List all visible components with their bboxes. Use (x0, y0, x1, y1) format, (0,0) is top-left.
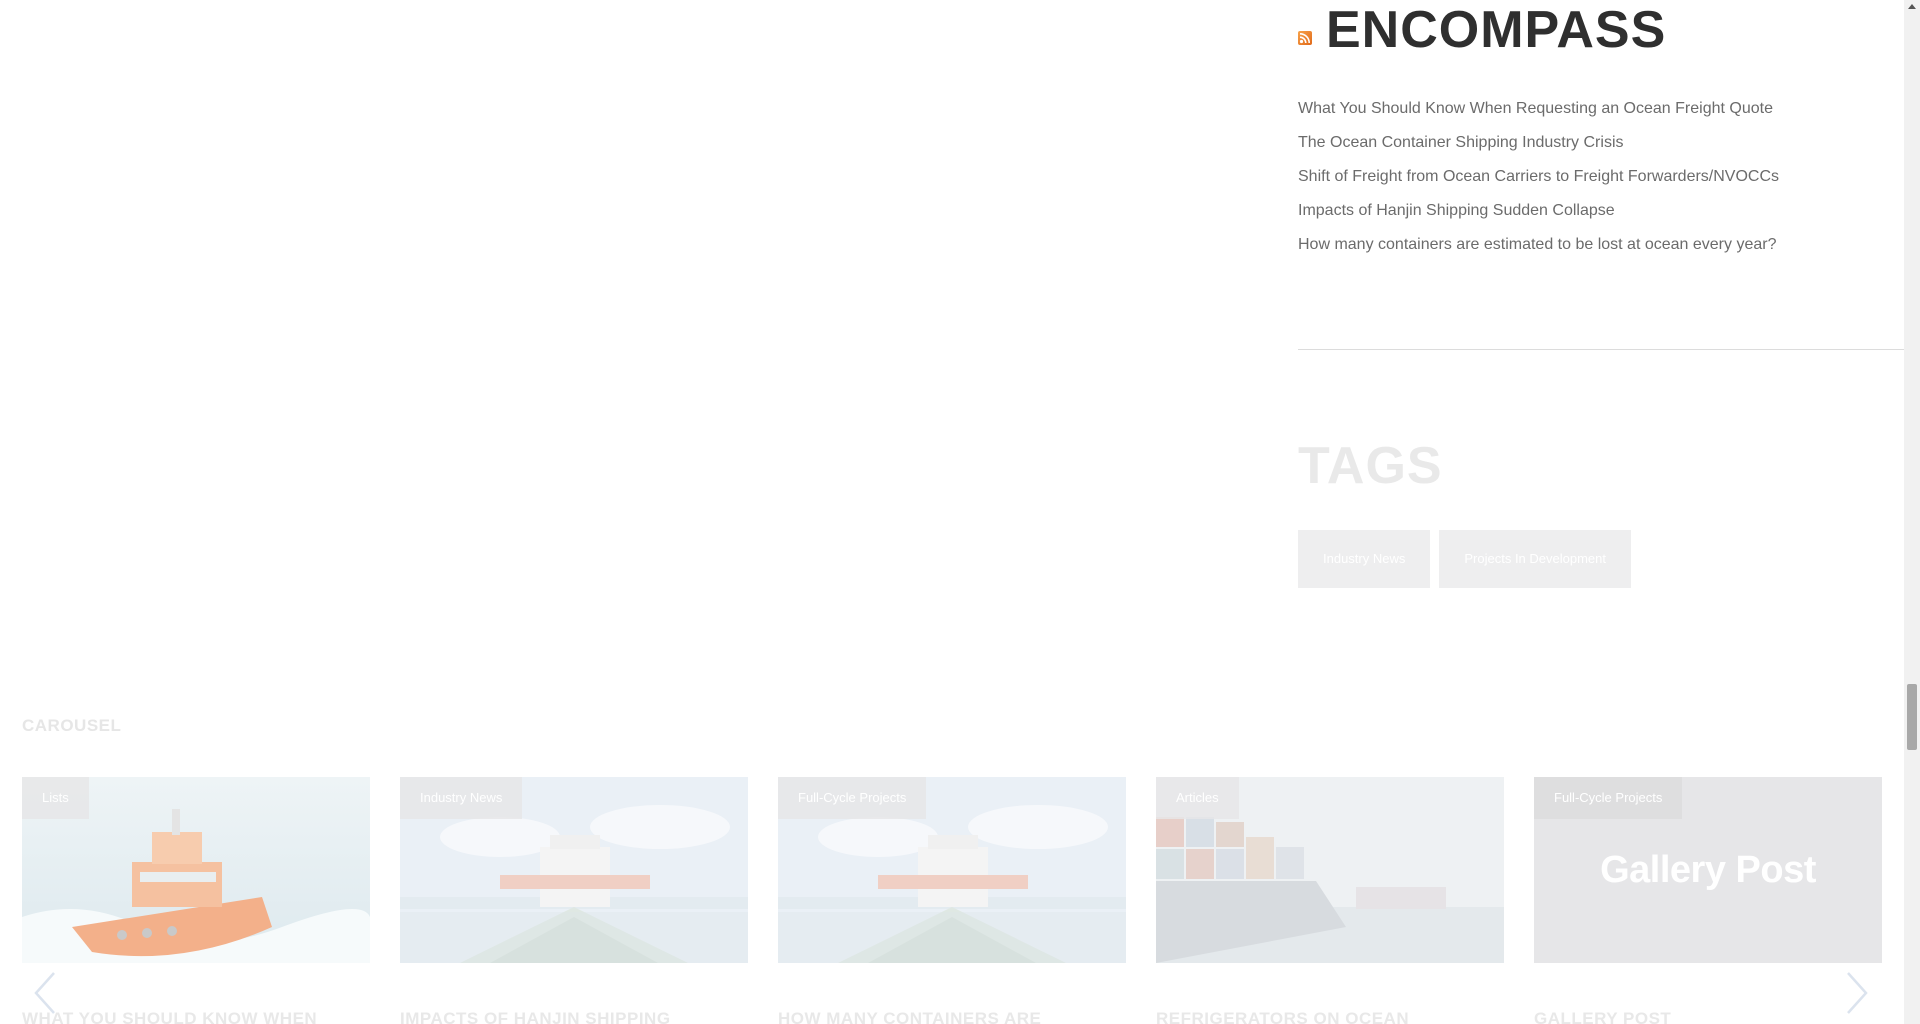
carousel-card[interactable]: Industry News IMPACTS OF HANJIN SHIPPING (400, 777, 748, 1024)
carousel: Lists WHAT YOU SHOULD KNOW WHEN Industry… (22, 777, 1882, 1024)
rss-link[interactable]: Shift of Freight from Ocean Carriers to … (1298, 168, 1779, 185)
card-title[interactable]: IMPACTS OF HANJIN SHIPPING (400, 1009, 671, 1024)
scrollbar-thumb[interactable] (1907, 684, 1917, 750)
list-item: How many containers are estimated to be … (1298, 232, 1779, 266)
tag-industry-news[interactable]: Industry News (1298, 530, 1431, 588)
category-badge[interactable]: Articles (1156, 777, 1239, 819)
tags-title: TAGS (1298, 437, 1443, 495)
category-badge[interactable]: Lists (22, 777, 89, 819)
ship-deck-image[interactable]: Industry News (400, 777, 748, 963)
category-badge[interactable]: Full-Cycle Projects (1534, 777, 1683, 819)
page: ENCOMPASS What You Should Know When Requ… (0, 0, 1904, 1024)
carousel-card[interactable]: Lists WHAT YOU SHOULD KNOW WHEN (22, 777, 370, 1024)
card-title[interactable]: WHAT YOU SHOULD KNOW WHEN (22, 1009, 317, 1024)
scrollbar[interactable] (1904, 0, 1920, 1024)
carousel-card[interactable]: Full-Cycle Projects HOW MANY CONTAINERS … (778, 777, 1126, 1024)
carousel-card[interactable]: Articles REFRIGERATORS ON OCEAN (1156, 777, 1504, 1024)
card-title[interactable]: HOW MANY CONTAINERS ARE (778, 1009, 1041, 1024)
category-badge[interactable]: Industry News (400, 777, 523, 819)
container-ship-image[interactable]: Articles (1156, 777, 1504, 963)
list-item: Impacts of Hanjin Shipping Sudden Collap… (1298, 198, 1779, 232)
ship-deck-image[interactable]: Full-Cycle Projects (778, 777, 1126, 963)
gallery-post-image[interactable]: Gallery Post Full-Cycle Projects (1534, 777, 1882, 963)
card-title[interactable]: GALLERY POST (1534, 1009, 1671, 1024)
carousel-card[interactable]: Gallery Post Full-Cycle Projects GALLERY… (1534, 777, 1882, 1024)
rss-list: What You Should Know When Requesting an … (1298, 96, 1779, 266)
list-item: The Ocean Container Shipping Industry Cr… (1298, 130, 1779, 164)
tag-projects-in-development[interactable]: Projects In Development (1439, 530, 1631, 588)
rss-link[interactable]: How many containers are estimated to be … (1298, 236, 1776, 253)
orange-boat-image[interactable]: Lists (22, 777, 370, 963)
scroll-up-arrow-icon[interactable] (1908, 4, 1916, 9)
category-badge[interactable]: Full-Cycle Projects (778, 777, 927, 819)
rss-link[interactable]: Impacts of Hanjin Shipping Sudden Collap… (1298, 202, 1615, 219)
rss-title-link[interactable]: ENCOMPASS (1326, 4, 1666, 56)
card-title[interactable]: REFRIGERATORS ON OCEAN (1156, 1009, 1409, 1024)
rss-icon[interactable] (1298, 31, 1312, 45)
divider (1298, 349, 1904, 350)
chevron-left-icon[interactable] (30, 970, 60, 1016)
rss-link[interactable]: The Ocean Container Shipping Industry Cr… (1298, 134, 1624, 151)
rss-widget-title: ENCOMPASS (1298, 0, 1666, 60)
carousel-heading: CAROUSEL (22, 716, 122, 735)
list-item: Shift of Freight from Ocean Carriers to … (1298, 164, 1779, 198)
rss-link[interactable]: What You Should Know When Requesting an … (1298, 100, 1773, 117)
tag-cloud: Industry News Projects In Development (1298, 530, 1631, 588)
chevron-right-icon[interactable] (1842, 970, 1872, 1016)
list-item: What You Should Know When Requesting an … (1298, 96, 1779, 130)
